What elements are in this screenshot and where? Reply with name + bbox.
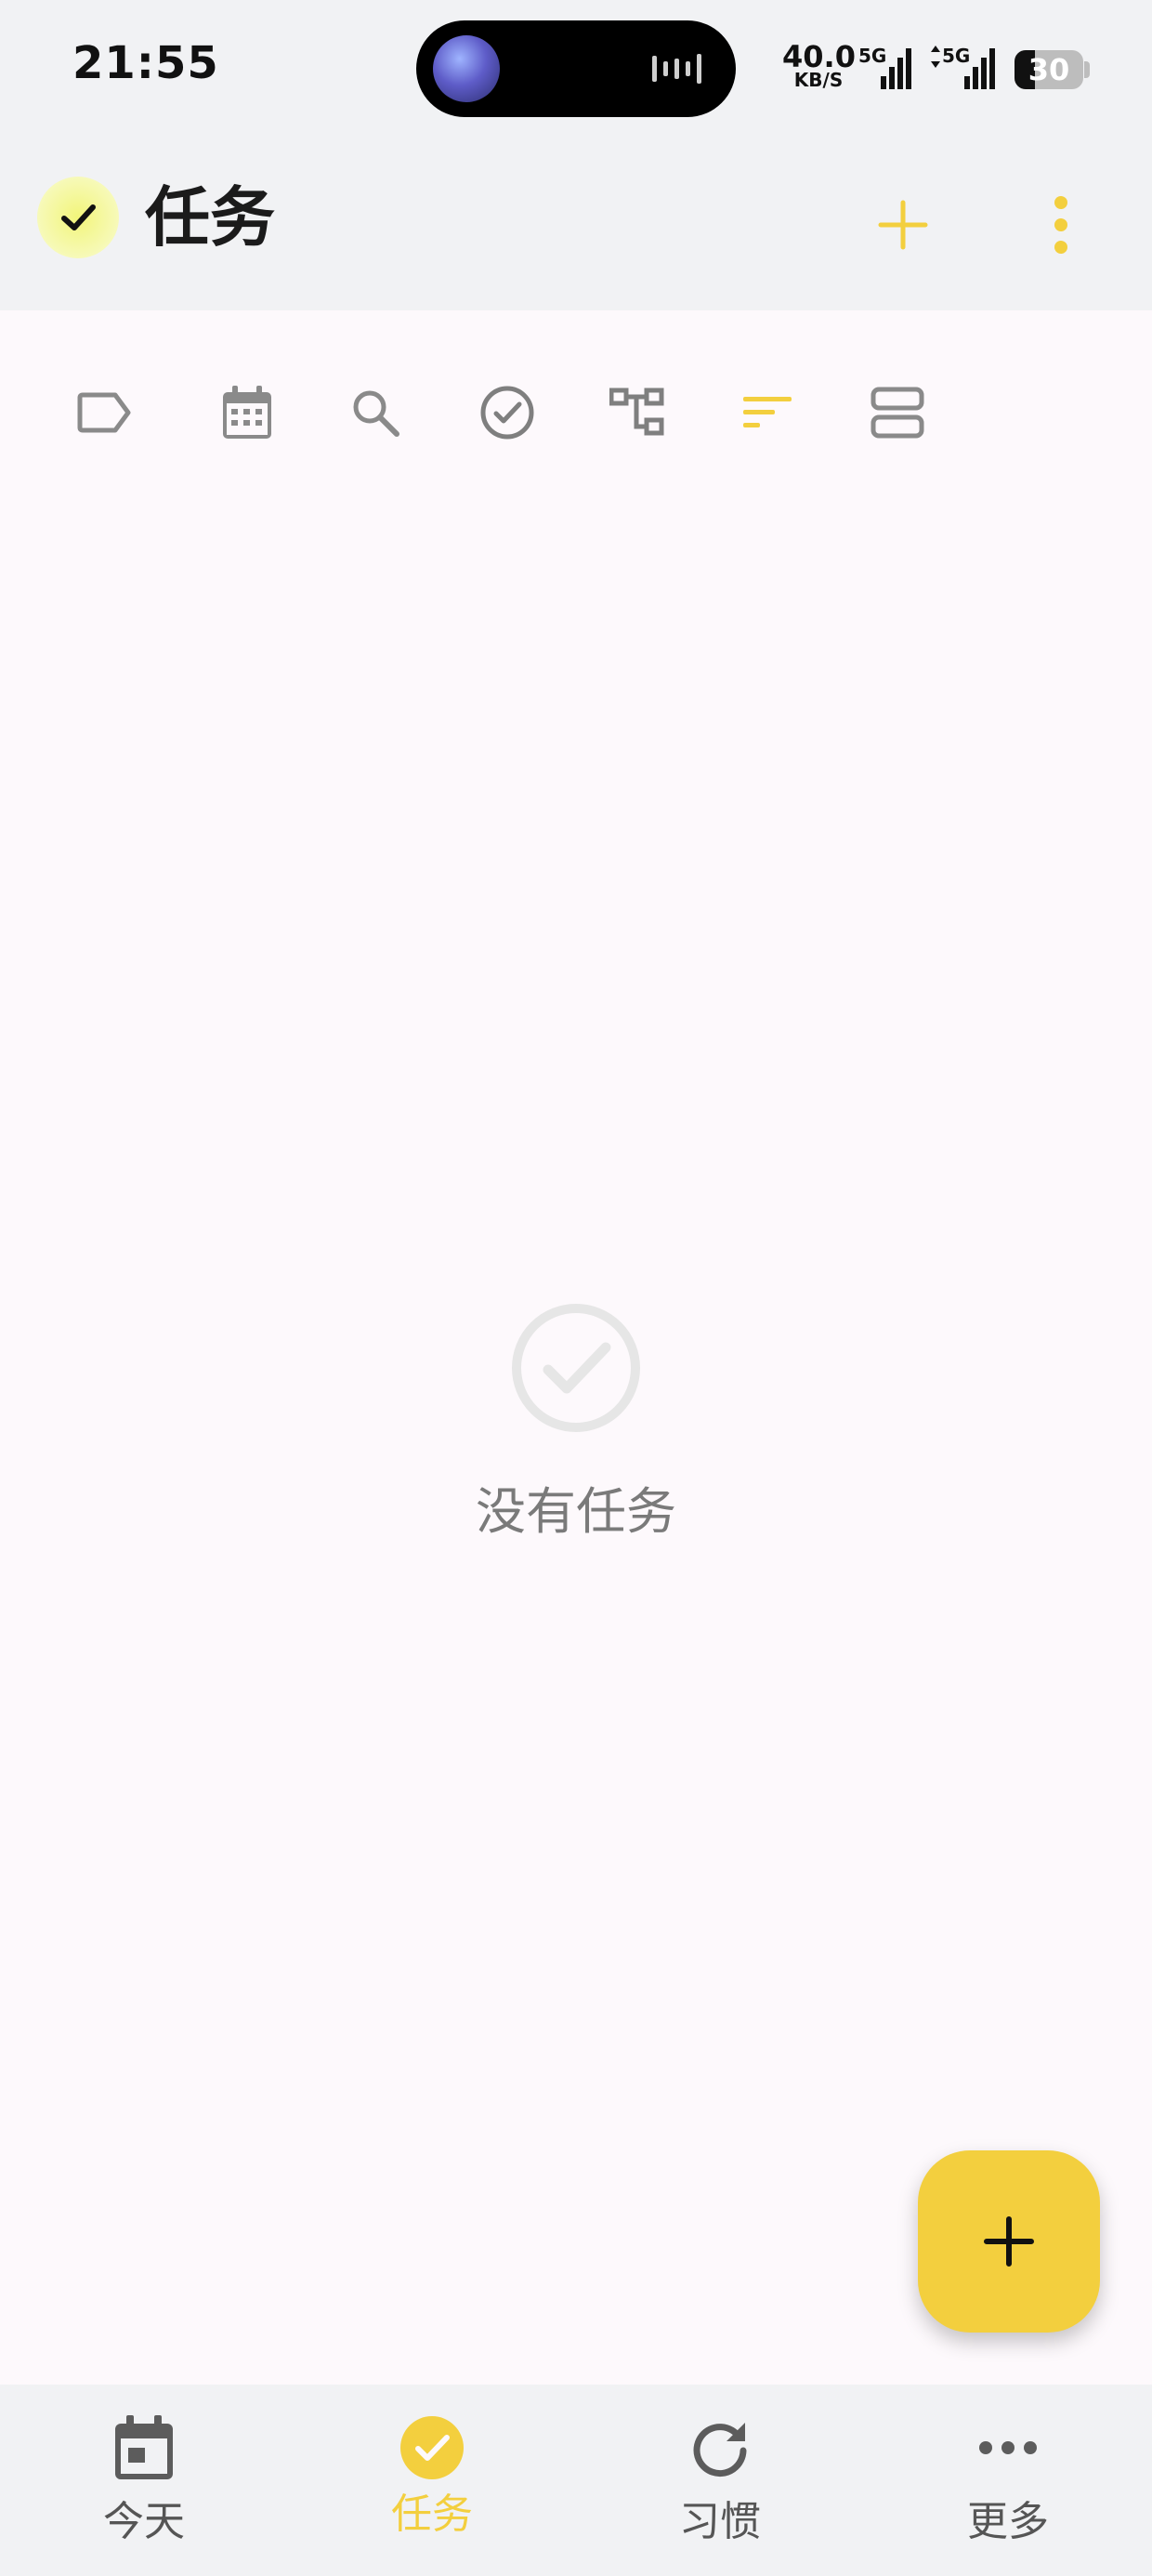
date-filter-button[interactable] [201,357,294,468]
check-icon [61,204,96,230]
battery-level: 30 [1028,52,1070,87]
app-logo [37,177,119,258]
add-task-button[interactable] [866,188,940,262]
signal-bars-icon [881,48,911,89]
battery-cap [1084,61,1090,78]
tag-icon [77,392,131,433]
nav-label-more: 更多 [967,2498,1049,2545]
network-speed-value: 40.0 [782,39,856,74]
audio-wave-icon [652,54,701,84]
network-speed: 40.0 KB/S [782,39,856,89]
media-artwork [433,35,500,102]
check-circle-icon [480,386,534,440]
search-button[interactable] [329,357,422,468]
empty-message: 没有任务 [476,1482,676,1541]
bottom-navigation: 今天 任务 习惯 更多 [0,2385,1152,2576]
sim1-signal: 5G [858,45,916,93]
calendar-icon [223,386,271,439]
plus-icon [984,2216,1034,2267]
sort-icon [743,397,792,427]
filter-toolbar [0,357,1152,468]
sort-button[interactable] [721,357,814,468]
status-time: 21:55 [72,37,219,89]
nav-item-more[interactable]: 更多 [864,2385,1152,2576]
battery-indicator: 30 [1015,50,1083,89]
empty-state: 没有任务 [0,1301,1152,1561]
status-bar: 21:55 40.0 KB/S 5G 5G 30 [0,0,1152,139]
search-icon [353,390,399,437]
nav-item-tasks[interactable]: 任务 [288,2385,576,2576]
tag-filter-button[interactable] [58,357,151,468]
view-list-icon [871,387,924,439]
nav-item-habits[interactable]: 习惯 [576,2385,864,2576]
nav-label-today: 今天 [103,2498,185,2545]
nav-label-habits: 习惯 [679,2498,761,2545]
dynamic-island[interactable] [416,20,736,117]
view-mode-button[interactable] [851,357,944,468]
page-title: 任务 [145,179,275,256]
signal-bars-icon [964,48,995,89]
plus-icon [878,200,928,250]
sim2-signal: 5G [929,45,1000,93]
more-horizontal-icon [979,2441,1037,2454]
calendar-today-icon [115,2415,173,2479]
more-options-button[interactable] [1024,188,1098,262]
check-circle-filled-icon [400,2416,464,2479]
hierarchy-button[interactable] [591,357,684,468]
show-completed-button[interactable] [461,357,554,468]
more-vertical-icon [1054,196,1067,254]
check-circle-icon [512,1304,640,1432]
nav-item-today[interactable]: 今天 [0,2385,288,2576]
nav-label-tasks: 任务 [391,2491,473,2538]
app-bar: 任务 [0,139,1152,310]
hierarchy-icon [609,388,664,436]
refresh-icon [693,2423,747,2477]
add-task-fab[interactable] [918,2150,1100,2333]
